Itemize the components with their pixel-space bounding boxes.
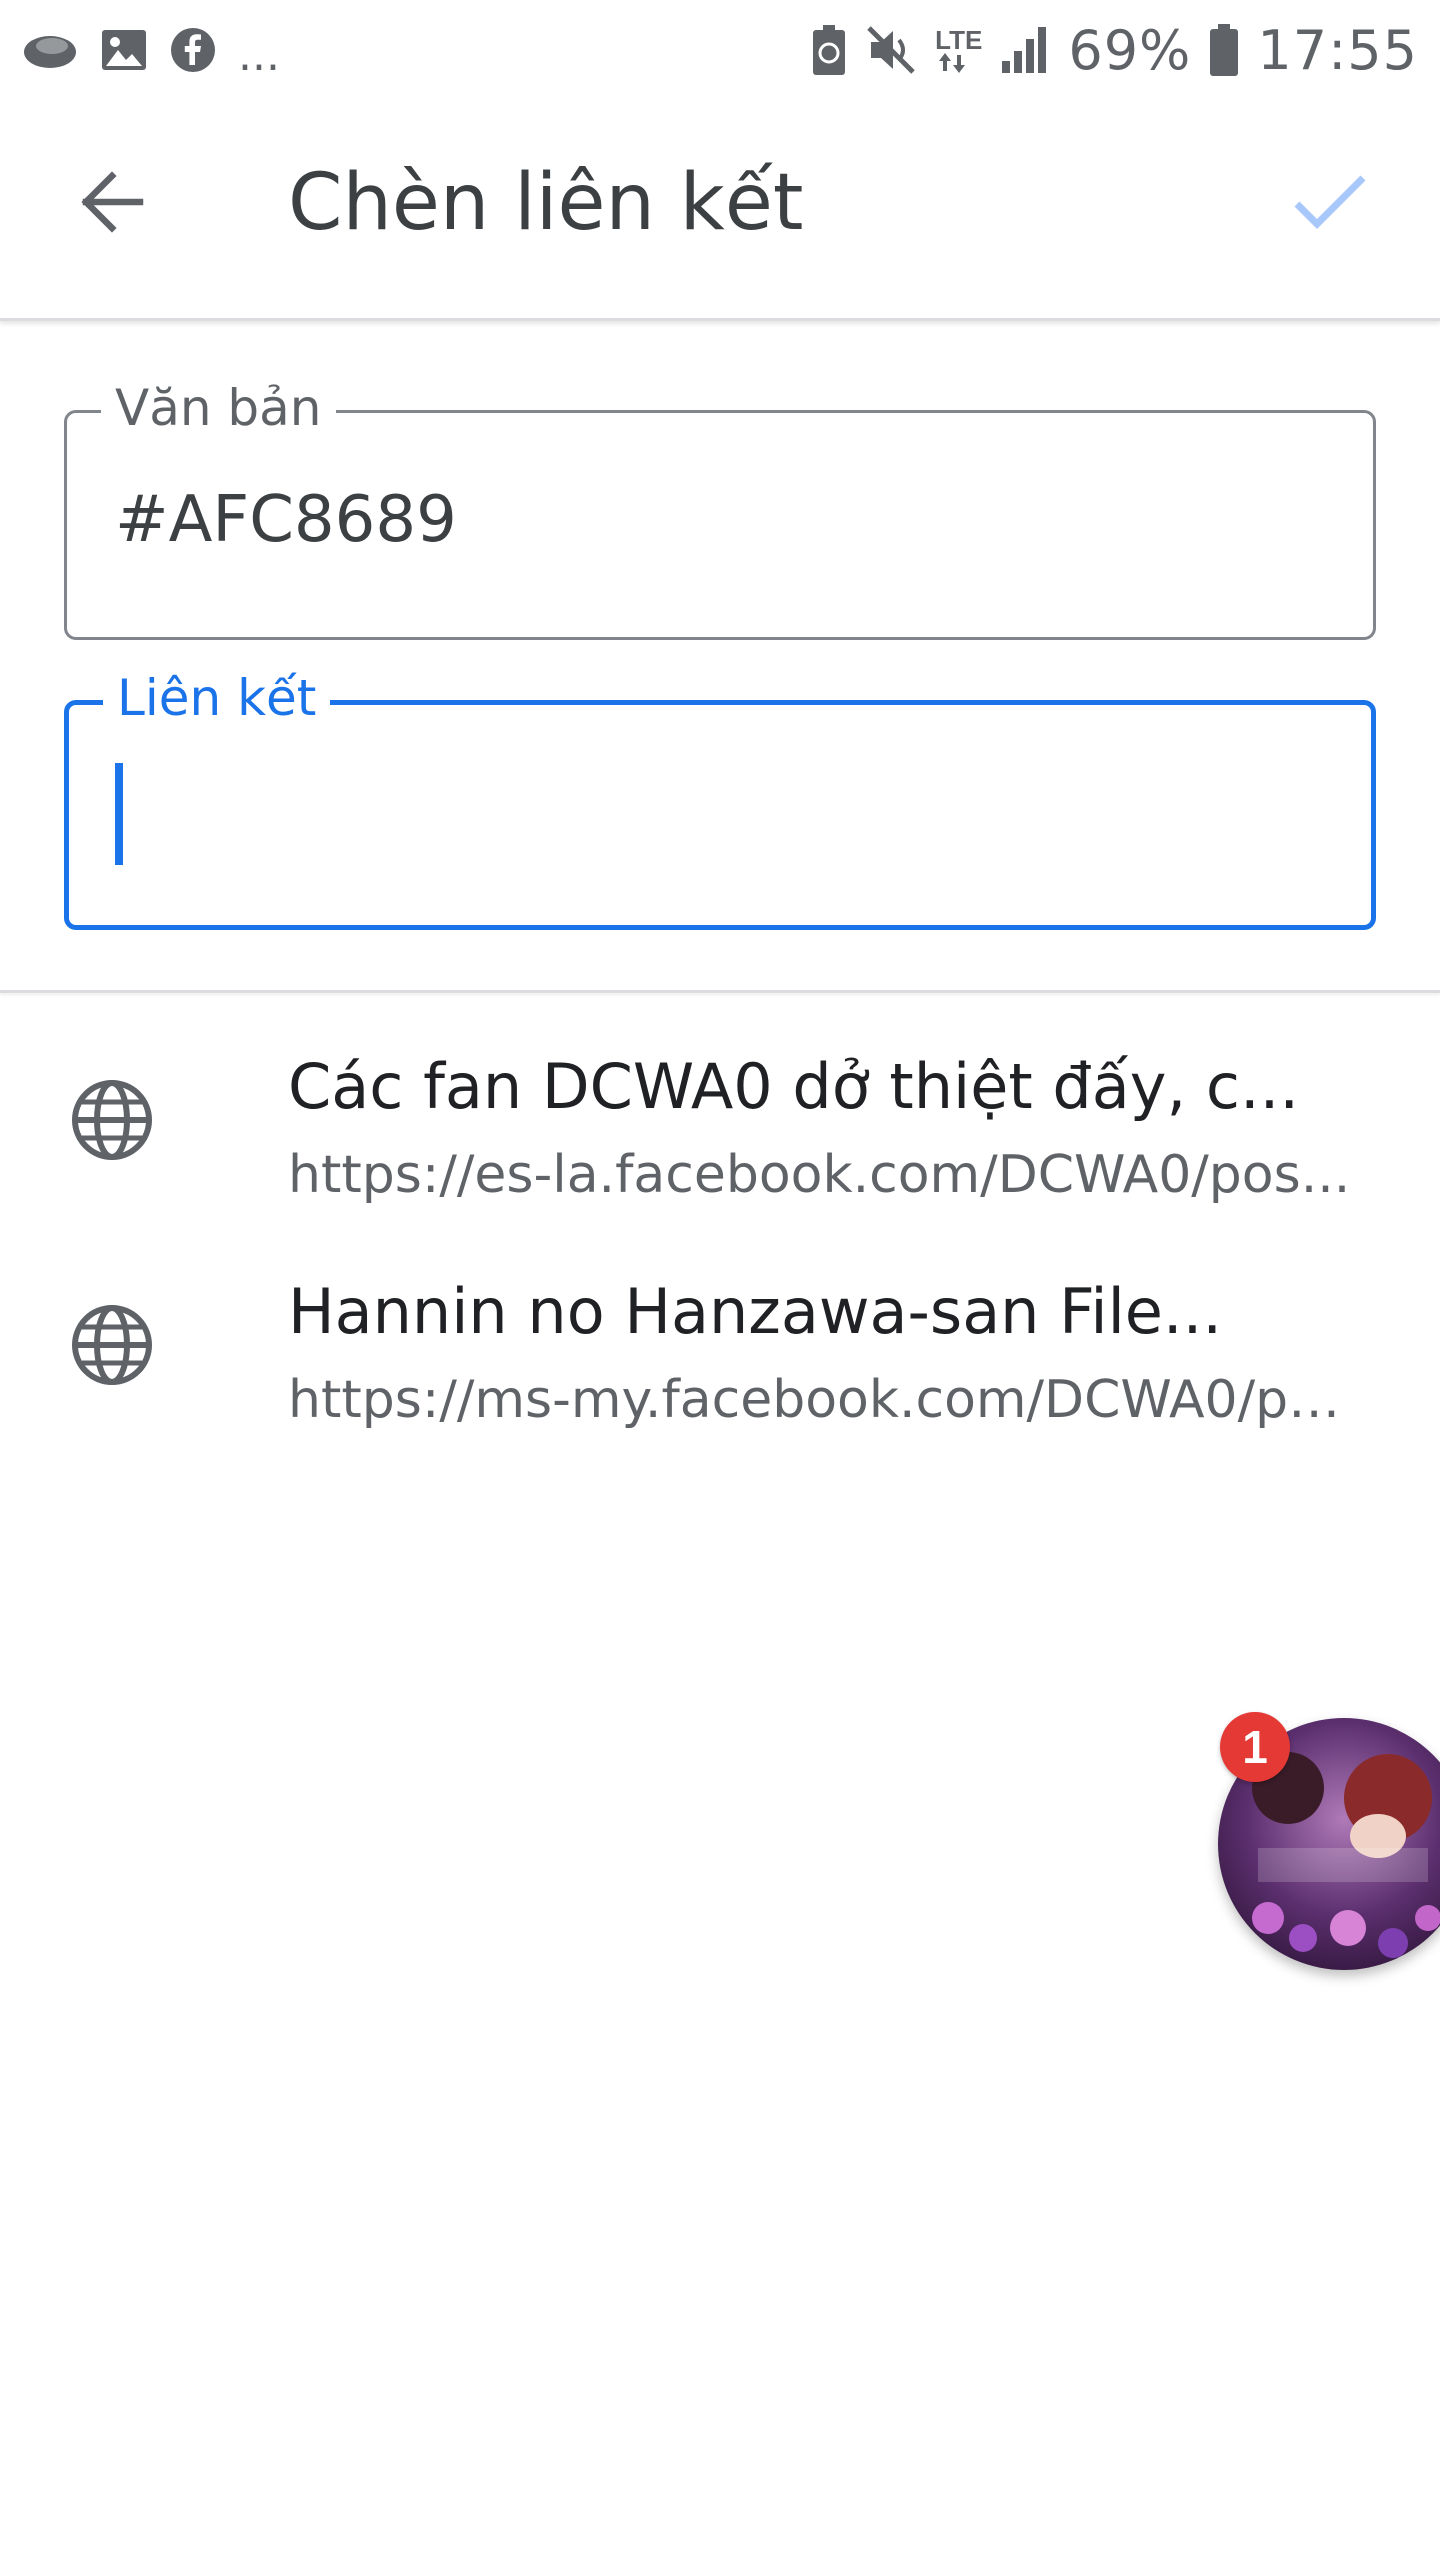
more-notifications-indicator: ... <box>238 29 280 81</box>
status-time: 17:55 <box>1257 18 1418 82</box>
check-icon <box>1294 175 1366 229</box>
suggestion-url: https://ms-my.facebook.com/DCWA0/po... <box>288 1370 1368 1430</box>
signal-icon <box>1000 25 1050 75</box>
battery-saver-icon <box>811 23 847 77</box>
page-title: Chèn liên kết <box>288 158 804 248</box>
confirm-button[interactable] <box>1278 150 1382 254</box>
text-field[interactable]: Văn bản #AFC8689 <box>64 373 1376 640</box>
link-field[interactable]: Liên kết <box>64 663 1376 930</box>
link-suggestion[interactable]: Các fan DCWA0 dở thiệt đấy, c... https:/… <box>0 1030 1440 1240</box>
image-icon <box>100 28 148 72</box>
facebook-icon <box>170 27 216 73</box>
back-button[interactable] <box>60 150 164 254</box>
text-cursor <box>115 763 123 865</box>
status-system: LTE 69% 17:55 <box>811 19 1418 82</box>
suggestion-title: Hannin no Hanzawa-san File... <box>288 1275 1223 1348</box>
network-type-label: LTE <box>935 25 983 55</box>
battery-percent: 69% <box>1068 18 1192 82</box>
mute-icon <box>865 24 917 76</box>
text-field-value: #AFC8689 <box>115 483 457 557</box>
status-notifications: ... <box>22 20 280 81</box>
lte-icon: LTE <box>935 27 982 73</box>
section-divider <box>0 990 1440 993</box>
suggestion-url: https://es-la.facebook.com/DCWA0/pos... <box>288 1145 1351 1205</box>
globe-icon <box>72 1305 152 1385</box>
suggestion-title: Các fan DCWA0 dở thiệt đấy, c... <box>288 1050 1300 1123</box>
status-bar: ... LTE 69% 17:55 <box>0 0 1440 100</box>
cloud-icon <box>22 28 78 72</box>
arrow-back-icon <box>81 171 144 233</box>
link-field-label: Liên kết <box>103 663 331 733</box>
notification-badge: 1 <box>1220 1712 1290 1782</box>
battery-icon <box>1209 23 1239 77</box>
app-toolbar: Chèn liên kết <box>0 100 1440 321</box>
link-suggestion[interactable]: Hannin no Hanzawa-san File... https://ms… <box>0 1255 1440 1465</box>
globe-icon <box>72 1080 152 1160</box>
text-field-label: Văn bản <box>101 373 336 443</box>
